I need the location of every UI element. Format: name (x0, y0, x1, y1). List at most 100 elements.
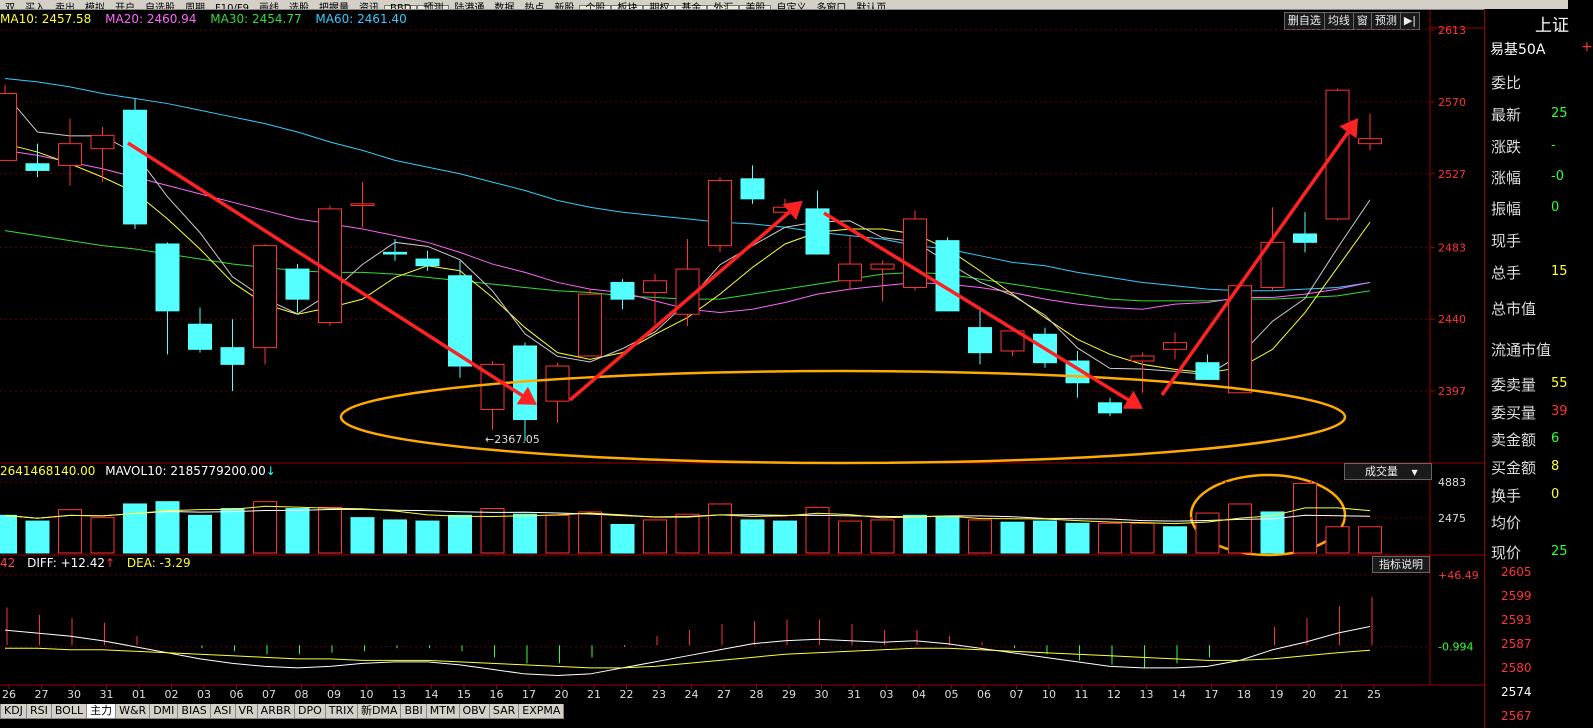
volume-bar (188, 514, 212, 554)
mini-axis-label: 2580 (1501, 661, 1532, 675)
mavol10-label: MAVOL10: 2185779200.00 (105, 464, 266, 478)
volume-bar (480, 508, 505, 554)
quote-label: 委卖量 (1491, 376, 1537, 394)
date-label: 03 (880, 688, 894, 701)
candle-body (350, 203, 375, 207)
candle-body (1325, 89, 1350, 220)
volume-bar (935, 516, 960, 554)
date-label: 27 (717, 688, 731, 701)
tab-indicator[interactable]: MTM (425, 704, 460, 719)
volume-bar (1000, 521, 1025, 554)
volume-bar (0, 514, 17, 554)
date-label: 14 (1172, 688, 1186, 701)
date-label: 05 (945, 688, 959, 701)
date-label: 20 (555, 688, 569, 701)
volume-bar (448, 514, 472, 554)
date-label: 16 (490, 688, 504, 701)
diff-label: DIFF: +12.42 (27, 556, 106, 570)
tab-indicator[interactable]: DPO (294, 704, 326, 719)
candle-body (1293, 233, 1317, 243)
tab-indicator[interactable]: OBV (458, 704, 490, 719)
candle-body (0, 93, 17, 161)
candle-body (838, 263, 862, 282)
quote-label: 换手 (1491, 487, 1522, 505)
quote-label: 总市值 (1491, 300, 1537, 318)
quote-value: 55 (1551, 376, 1568, 391)
tab-indicator[interactable]: TRIX (324, 704, 358, 719)
trend-arrow (1160, 118, 1359, 397)
date-label: 12 (1107, 688, 1121, 701)
volume-bar (903, 514, 927, 554)
indicator-explain-button[interactable]: 指标说明 (1372, 556, 1430, 573)
volume-bar (1065, 522, 1090, 554)
price-tick-label: 2527 (1438, 168, 1466, 181)
date-label: 09 (327, 688, 341, 701)
date-label: 23 (652, 688, 666, 701)
volume-bar (545, 514, 570, 554)
candle-body (25, 163, 50, 171)
candle-body (968, 327, 992, 354)
candle-body (578, 293, 602, 357)
volume-bar (220, 508, 245, 554)
date-label: 10 (360, 688, 374, 701)
tab-indicator[interactable]: RSI (25, 704, 52, 719)
tab-indicator[interactable]: SAR (488, 704, 520, 719)
tab-indicator[interactable]: W&R (115, 704, 151, 719)
mini-axis-label: 2574 (1501, 685, 1532, 699)
volume-bar (1358, 526, 1382, 554)
price-tick-label: 2570 (1438, 96, 1466, 109)
volume-bar (350, 517, 375, 554)
volume-bar (318, 506, 342, 554)
tab-indicator[interactable]: 新DMA (356, 704, 402, 719)
tab-indicator[interactable]: EXPMA (518, 704, 565, 719)
tab-indicator[interactable]: 主力 (86, 704, 117, 719)
date-label: 31 (100, 688, 114, 701)
macd-value: 42 (0, 556, 16, 570)
volume-bar (740, 519, 765, 554)
volume-selector[interactable]: 成交量 ▼ (1344, 463, 1432, 480)
tab-indicator[interactable]: BIAS (177, 704, 211, 719)
volume-bar (1293, 482, 1317, 554)
volume-bar (708, 503, 732, 554)
quote-label: 流通市值 (1491, 341, 1552, 359)
mini-axis-label: 2605 (1501, 565, 1532, 579)
volume-selector-label: 成交量 (1365, 465, 1398, 478)
date-label: 15 (457, 688, 471, 701)
candle-body (1195, 362, 1220, 380)
quote-value: 0 (1551, 200, 1560, 215)
tab-indicator[interactable]: DMI (149, 704, 179, 719)
candle-body (740, 178, 765, 200)
volume-bar (773, 520, 797, 554)
date-label: 26 (2, 688, 16, 701)
indicator-tabs: KDJ RSI BOLL 主力 W&R DMI BIAS ASI VR ARBR DPO TRIX 新D… (0, 703, 1593, 721)
volume-bar (675, 513, 700, 554)
dea-line (5, 647, 1371, 669)
date-label: 20 (1302, 688, 1316, 701)
tab-indicator[interactable]: ASI (209, 704, 236, 719)
volume-bar (1098, 522, 1122, 554)
candle-body (220, 347, 245, 365)
tab-indicator[interactable]: VR (234, 704, 258, 719)
date-label: 07 (262, 688, 276, 701)
price-tick-label: 2483 (1438, 241, 1466, 254)
quote-label: 涨跌 (1491, 138, 1522, 156)
tab-indicator[interactable]: ARBR (256, 704, 296, 719)
volume-tick-label: 2475 (1438, 512, 1466, 525)
quote-label: 最新 (1491, 106, 1522, 124)
volume-bar (415, 520, 440, 554)
volume-bar (90, 517, 115, 554)
tab-indicator[interactable]: BOLL (50, 704, 88, 719)
quote-value: 25 (1551, 106, 1568, 121)
tab-indicator[interactable]: BBI (400, 704, 427, 719)
candle-body (285, 268, 310, 300)
date-label: 01 (132, 688, 146, 701)
candle-body (870, 263, 895, 270)
mini-axis-label: 2593 (1501, 613, 1532, 627)
volume-bar (838, 520, 862, 554)
date-label: 25 (1367, 688, 1381, 701)
date-label: 06 (230, 688, 244, 701)
tab-indicator[interactable]: KDJ (0, 704, 27, 719)
quote-label: 买金额 (1491, 459, 1537, 477)
candle-body (123, 109, 147, 225)
volume-bar (383, 519, 407, 554)
